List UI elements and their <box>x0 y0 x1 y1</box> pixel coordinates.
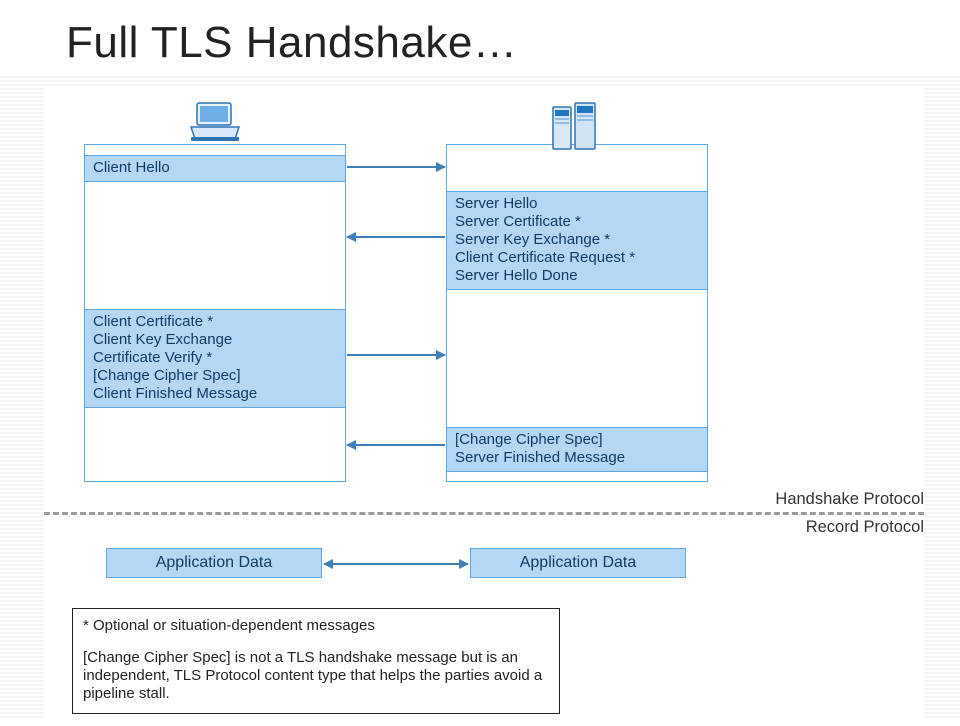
appdata-client: Application Data <box>106 548 322 578</box>
msg: Server Finished Message <box>455 449 699 467</box>
arrow-server-hello <box>347 236 445 238</box>
diagram-area: Client Hello Client Certificate * Client… <box>44 86 924 726</box>
footnote-box: * Optional or situation-dependent messag… <box>72 608 560 714</box>
msg: Server Certificate * <box>455 213 699 231</box>
msg: Client Certificate Request * <box>455 249 699 267</box>
arrow-server-finished <box>347 444 445 446</box>
msg: Client Hello <box>93 159 337 177</box>
page-title: Full TLS Handshake… <box>0 0 960 74</box>
protocol-divider <box>44 512 924 515</box>
server-step-2: Server Hello Server Certificate * Server… <box>447 191 707 290</box>
client-lane: Client Hello Client Certificate * Client… <box>84 144 346 482</box>
msg: Client Finished Message <box>93 385 337 403</box>
footnote-line: [Change Cipher Spec] is not a TLS handsh… <box>83 649 549 703</box>
server-step-4: [Change Cipher Spec] Server Finished Mes… <box>447 427 707 472</box>
msg: [Change Cipher Spec] <box>455 431 699 449</box>
arrow-client-key <box>347 354 445 356</box>
msg: Client Key Exchange <box>93 331 337 349</box>
server-lane: Server Hello Server Certificate * Server… <box>446 144 708 482</box>
page: Full TLS Handshake… Client Hello Client … <box>0 0 960 726</box>
msg: Server Hello Done <box>455 267 699 285</box>
client-step-3: Client Certificate * Client Key Exchange… <box>85 309 345 408</box>
msg: [Change Cipher Spec] <box>93 367 337 385</box>
arrow-client-hello <box>347 166 445 168</box>
arrow-appdata <box>324 563 468 565</box>
msg: Certificate Verify * <box>93 349 337 367</box>
label-record-protocol: Record Protocol <box>806 518 924 537</box>
footnote-line: * Optional or situation-dependent messag… <box>83 617 549 635</box>
server-icon <box>549 101 605 158</box>
client-step-1: Client Hello <box>85 155 345 182</box>
appdata-server: Application Data <box>470 548 686 578</box>
msg: Server Hello <box>455 195 699 213</box>
label-handshake-protocol: Handshake Protocol <box>775 490 924 509</box>
laptop-icon <box>187 101 243 148</box>
msg: Client Certificate * <box>93 313 337 331</box>
msg: Server Key Exchange * <box>455 231 699 249</box>
